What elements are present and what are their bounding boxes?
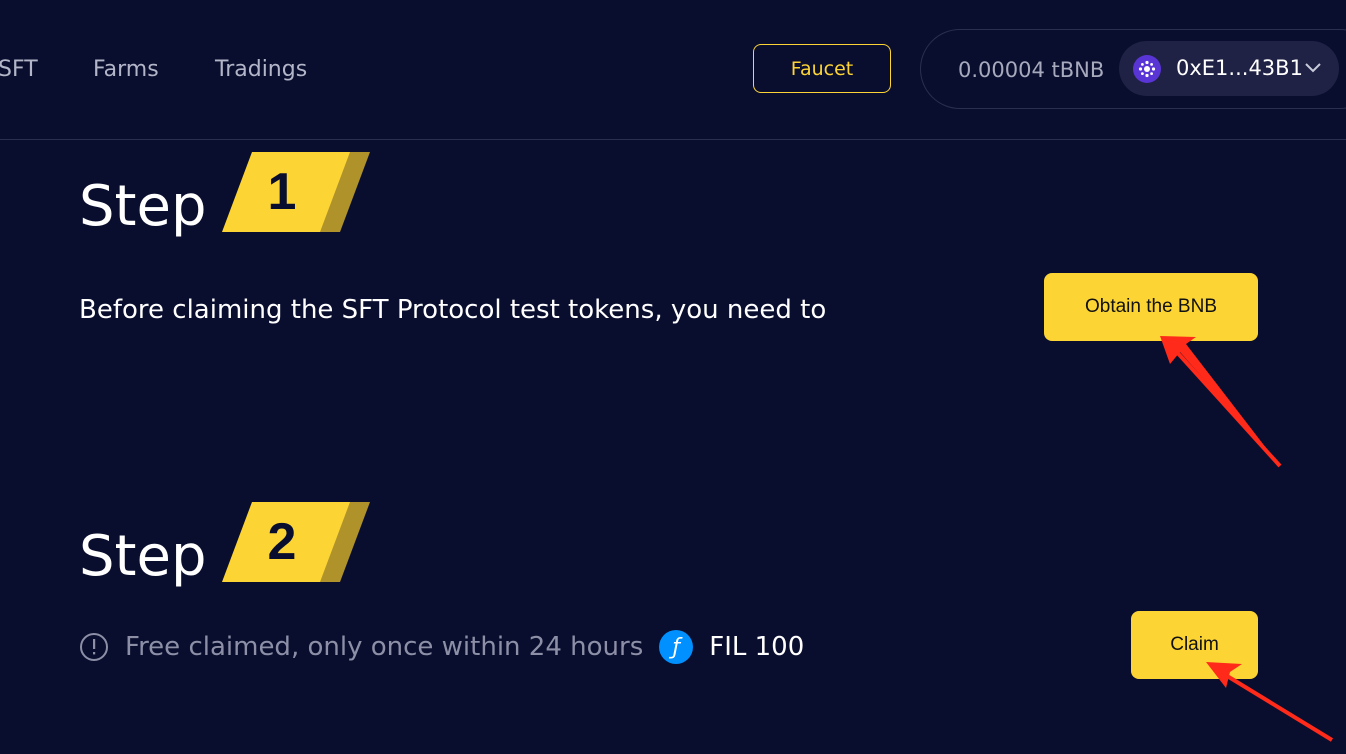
info-icon [80, 633, 108, 661]
obtain-bnb-button[interactable]: Obtain the BNB [1044, 273, 1258, 341]
filecoin-icon: ƒ [659, 630, 694, 664]
annotation-arrow-1 [1160, 336, 1282, 468]
step-1-number: 1 [267, 163, 297, 221]
wallet-balance: 0.00004 tBNB [958, 58, 1105, 82]
nav-item-tradings[interactable]: Tradings [215, 55, 307, 85]
chevron-down-icon [1303, 57, 1323, 81]
step-2-number: 2 [267, 513, 297, 571]
claim-notice-text: Free claimed, only once within 24 hours [125, 632, 644, 662]
account-button[interactable]: 0xE1...43B1 [1119, 41, 1339, 96]
top-navbar: SFT Farms Tradings Faucet 0.00004 tBNB 0 [0, 0, 1346, 140]
claim-button[interactable]: Claim [1131, 611, 1258, 679]
step-1-description: Before claiming the SFT Protocol test to… [79, 295, 827, 325]
step-2-title: Step [79, 524, 207, 589]
nav-item-farms[interactable]: Farms [93, 55, 159, 85]
wallet-address: 0xE1...43B1 [1176, 56, 1303, 80]
nav-item-sft[interactable]: SFT [0, 55, 38, 85]
step-1-title: Step [79, 174, 207, 239]
claim-amount: FIL 100 [709, 632, 805, 662]
faucet-button[interactable]: Faucet [753, 44, 891, 93]
network-logo-icon [1133, 55, 1161, 83]
claim-notice: Free claimed, only once within 24 hours … [79, 629, 804, 665]
